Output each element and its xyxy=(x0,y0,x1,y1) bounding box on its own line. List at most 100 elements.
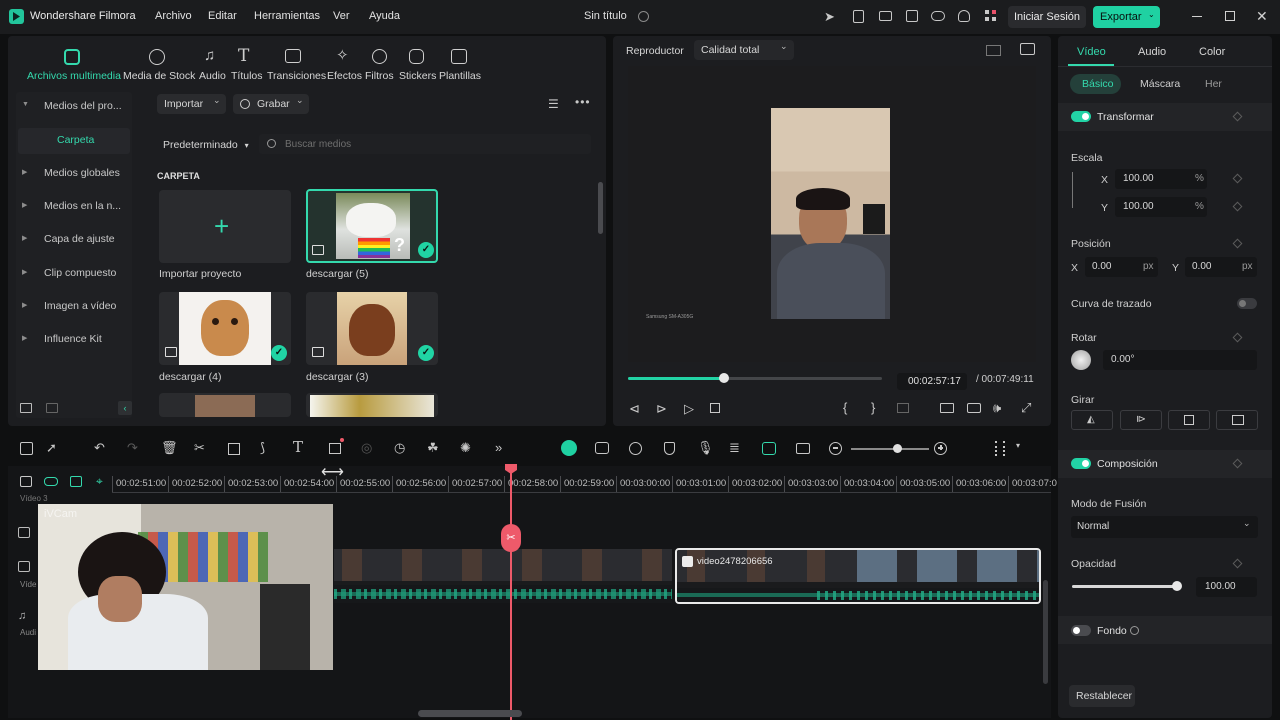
opacity-input[interactable]: 100.00 xyxy=(1196,577,1257,597)
rotate-dial[interactable] xyxy=(1071,350,1091,370)
video-clip-2[interactable]: video2478206656 xyxy=(675,548,1041,604)
tab-templates[interactable]: Plantillas xyxy=(438,46,481,84)
speed-icon[interactable]: ⟆ xyxy=(260,440,265,456)
shield-icon[interactable] xyxy=(664,442,675,455)
undo-icon[interactable]: ↶ xyxy=(94,440,105,456)
import-project-tile[interactable]: + xyxy=(159,190,291,263)
color-tool-icon[interactable]: ☘ xyxy=(427,440,439,456)
sidebar-item-global[interactable]: ▶ Medios globales xyxy=(16,161,131,187)
timeline-h-scrollbar[interactable] xyxy=(418,710,522,717)
delete-icon[interactable]: 🗑 xyxy=(161,440,178,456)
sidebar-project-media[interactable]: ▼ Medios del pro... xyxy=(16,94,131,120)
media-item-partial[interactable] xyxy=(159,393,291,417)
rotate-input[interactable]: 0.00° xyxy=(1103,350,1257,370)
subtab-mask[interactable]: Máscara xyxy=(1140,78,1180,90)
magnet-icon[interactable] xyxy=(70,476,82,487)
opacity-slider[interactable] xyxy=(1072,581,1182,591)
headset-icon[interactable] xyxy=(958,10,970,22)
playback-progress[interactable] xyxy=(628,373,882,383)
layout-icon[interactable] xyxy=(20,442,33,455)
crop-icon[interactable] xyxy=(228,443,240,455)
sort-dropdown[interactable]: Predeterminado ▾ xyxy=(163,139,249,151)
help-icon[interactable] xyxy=(1130,626,1139,635)
menu-ver[interactable]: Ver xyxy=(333,10,350,22)
sidebar-item-influence[interactable]: ▶ Influence Kit xyxy=(16,327,131,353)
subtab-tools[interactable]: Her xyxy=(1205,78,1222,90)
restore-icon[interactable] xyxy=(1225,11,1235,21)
snap-icon[interactable] xyxy=(762,442,776,455)
path-curve-toggle[interactable] xyxy=(1237,298,1257,309)
tab-audio[interactable]: ♫ Audio xyxy=(196,46,228,84)
webcam-overlay[interactable]: iVCam xyxy=(38,504,333,670)
import-dropdown[interactable]: Importar ⌄ xyxy=(157,94,226,114)
apps-grid-icon[interactable] xyxy=(985,10,997,22)
filter-list-icon[interactable]: ☰ xyxy=(548,97,559,111)
record-dropdown[interactable]: Grabar ⌄ xyxy=(233,94,309,114)
link-icon[interactable] xyxy=(44,477,58,486)
login-button[interactable]: Iniciar Sesión xyxy=(1008,6,1087,28)
tab-audio-inspector[interactable]: Audio xyxy=(1138,46,1166,58)
rotate-right-button[interactable] xyxy=(1216,410,1258,430)
transform-toggle[interactable] xyxy=(1071,111,1091,122)
subtab-basic[interactable]: Básico xyxy=(1070,74,1121,94)
menu-herramientas[interactable]: Herramientas xyxy=(254,10,320,22)
grid-view-icon[interactable] xyxy=(986,45,1001,56)
zoom-slider[interactable] xyxy=(851,448,929,450)
render-icon[interactable] xyxy=(595,442,609,454)
media-item-partial[interactable] xyxy=(306,393,438,417)
sidebar-item-cloud[interactable]: ▶ Medios en la n... xyxy=(16,194,131,220)
stop-icon[interactable] xyxy=(710,403,720,413)
collapse-sidebar-button[interactable]: ‹ xyxy=(118,401,132,415)
menu-editar[interactable]: Editar xyxy=(208,10,237,22)
tab-color[interactable]: Color xyxy=(1199,46,1225,58)
pos-y-input[interactable]: 0.00 px xyxy=(1185,257,1257,277)
blend-mode-select[interactable]: Normal ⌄ xyxy=(1071,516,1258,538)
tab-transitions[interactable]: Transiciones xyxy=(265,46,326,84)
mask-tool-icon[interactable]: ◎ xyxy=(361,440,372,456)
redo-icon[interactable]: ↷ xyxy=(127,440,138,456)
auto-beat-icon[interactable] xyxy=(629,442,642,455)
tab-stock[interactable]: Media de Stock xyxy=(122,46,195,84)
mark-out-icon[interactable]: } xyxy=(871,400,875,415)
add-track-icon[interactable] xyxy=(20,476,32,487)
search-box[interactable]: Buscar medios xyxy=(259,134,591,154)
sidebar-item-compound[interactable]: ▶ Clip compuesto xyxy=(16,261,131,287)
video-preview[interactable]: Samsung SM-A305G xyxy=(628,66,1036,362)
microphone-icon[interactable]: 🎙 xyxy=(697,440,714,456)
zoom-in-icon[interactable] xyxy=(934,442,947,455)
ai-copilot-icon[interactable] xyxy=(561,440,577,456)
video-clip-1[interactable] xyxy=(334,549,672,603)
timeline-v-scrollbar[interactable] xyxy=(1043,580,1048,684)
composition-toggle[interactable] xyxy=(1071,458,1091,469)
link-clips-icon[interactable] xyxy=(796,443,810,454)
progress-knob[interactable] xyxy=(719,373,729,383)
scale-y-input[interactable]: 100.00 % xyxy=(1115,197,1207,217)
flip-horizontal-button[interactable]: ◭ xyxy=(1071,410,1113,430)
play-frame-icon[interactable]: ⊳ xyxy=(656,401,667,417)
save-icon[interactable] xyxy=(906,10,918,22)
cut-icon[interactable]: ✂ xyxy=(194,440,205,456)
tab-filters[interactable]: Filtros xyxy=(364,46,396,84)
opacity-knob[interactable] xyxy=(1172,581,1182,591)
media-item-descargar-3[interactable]: ✓ xyxy=(306,292,438,365)
more-tools-icon[interactable]: » xyxy=(495,440,502,455)
fullscreen-icon[interactable]: ⤢ xyxy=(1021,400,1031,416)
snapshot-icon[interactable] xyxy=(1020,43,1035,55)
reset-button[interactable]: Restablecer xyxy=(1069,685,1135,707)
document-icon[interactable] xyxy=(853,10,864,23)
rotate-left-button[interactable] xyxy=(1168,410,1210,430)
chevron-down-icon[interactable]: ▾ xyxy=(1016,441,1020,450)
display-icon[interactable] xyxy=(940,403,954,413)
select-tool-icon[interactable]: ➚ xyxy=(46,440,57,456)
scale-x-input[interactable]: 100.00 % xyxy=(1115,169,1207,189)
marker-add-icon[interactable]: ⌖ xyxy=(96,474,103,489)
monitor-icon[interactable] xyxy=(879,11,892,21)
marker-icon[interactable] xyxy=(897,403,909,413)
cloud-upload-icon[interactable] xyxy=(931,11,945,21)
mark-in-icon[interactable]: { xyxy=(843,400,847,415)
tab-titles[interactable]: T Títulos xyxy=(229,46,263,84)
audio-mix-icon[interactable]: ≣ xyxy=(729,440,740,456)
new-folder-icon[interactable] xyxy=(20,403,32,413)
minimize-icon[interactable] xyxy=(1192,16,1202,17)
close-icon[interactable]: ✕ xyxy=(1256,8,1268,25)
